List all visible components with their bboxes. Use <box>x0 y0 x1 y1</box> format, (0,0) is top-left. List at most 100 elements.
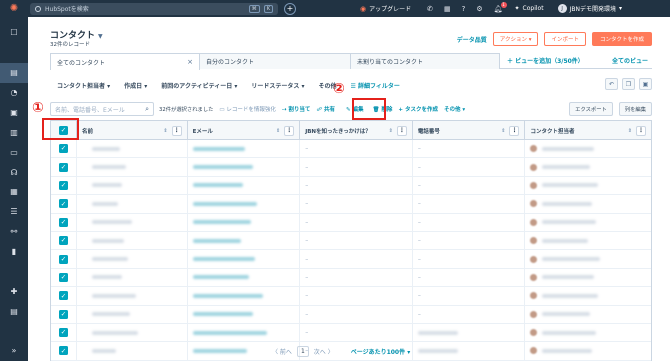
row-checkbox[interactable]: ✓ <box>58 254 68 264</box>
upgrade-button[interactable]: ◉ アップグレード <box>360 4 411 14</box>
email-cell[interactable] <box>188 176 301 195</box>
select-all-checkbox[interactable]: ✓ <box>58 126 68 135</box>
name-cell[interactable] <box>77 323 188 342</box>
enrich-records-button[interactable]: ▭ レコードを情報強化 <box>219 105 275 113</box>
row-checkbox[interactable]: ✓ <box>58 272 68 282</box>
sales-nav-icon[interactable]: ▭ <box>0 142 28 162</box>
inbox-nav-icon[interactable]: ▣ <box>0 103 28 123</box>
row-checkbox[interactable]: ✓ <box>58 162 68 172</box>
column-header-owner[interactable]: コンタクト担当者 ⇕ ⋮ <box>525 121 651 140</box>
table-search-input[interactable]: 名前、電話番号、Eメール ⌕ <box>50 102 154 116</box>
name-cell[interactable] <box>77 268 188 287</box>
sort-icon[interactable]: ⇕ <box>501 128 505 134</box>
save-view-icon[interactable]: ▣ <box>639 78 652 90</box>
library-nav-icon[interactable]: ▤ <box>0 301 28 321</box>
name-cell[interactable] <box>77 231 188 250</box>
current-page[interactable]: 1 <box>296 346 309 357</box>
add-view-button[interactable]: ＋ ビューを追加（3/50件） <box>499 53 592 68</box>
data-quality-link[interactable]: データ品質 <box>457 35 487 44</box>
global-search-input[interactable]: HubSpotを検索 ⌘ K <box>30 2 278 15</box>
table-row[interactable]: ✓ – – <box>51 305 651 324</box>
email-cell[interactable] <box>188 323 301 342</box>
copy-view-icon[interactable]: ❐ <box>622 78 635 90</box>
phone-icon[interactable]: ✆ <box>427 5 433 13</box>
table-row[interactable]: ✓ – – <box>51 231 651 251</box>
filter-last-activity[interactable]: 前回のアクティビティー日 ▾ <box>161 81 237 90</box>
column-menu-icon[interactable]: ⋮ <box>509 125 520 136</box>
all-views-link[interactable]: 全てのビュー <box>608 53 652 68</box>
tab-my-contacts[interactable]: 自分のコンタクト <box>199 53 351 69</box>
row-checkbox[interactable]: ✓ <box>58 217 68 227</box>
sort-icon[interactable]: ⇕ <box>628 128 632 134</box>
content-nav-icon[interactable]: ▥ <box>0 122 28 142</box>
column-menu-icon[interactable]: ⋮ <box>396 125 407 136</box>
row-checkbox[interactable]: ✓ <box>58 309 68 319</box>
column-menu-icon[interactable]: ⋮ <box>171 125 182 136</box>
name-cell[interactable] <box>77 158 188 176</box>
import-button[interactable]: インポート <box>544 32 586 46</box>
email-cell[interactable] <box>188 268 301 287</box>
bookmarks-icon[interactable]: ☐ <box>0 23 28 43</box>
table-row[interactable]: ✓ – – <box>51 195 651 214</box>
close-icon[interactable]: × <box>187 58 193 66</box>
tab-all-contacts[interactable]: 全てのコンタクト × <box>50 53 200 70</box>
filter-owner[interactable]: コンタクト担当者 ▾ <box>57 81 110 90</box>
column-menu-icon[interactable]: ⋮ <box>636 125 646 136</box>
more-actions-button[interactable]: その他 ▾ <box>444 105 465 113</box>
help-icon[interactable]: ? <box>462 5 466 13</box>
row-checkbox[interactable]: ✓ <box>58 236 68 246</box>
email-cell[interactable] <box>188 195 301 213</box>
contacts-nav-icon[interactable]: ▤ <box>0 62 28 83</box>
name-cell[interactable] <box>77 305 188 323</box>
email-cell[interactable] <box>188 250 301 268</box>
table-row[interactable]: ✓ – – <box>51 176 651 196</box>
advanced-filters-button[interactable]: ☰ 詳細フィルター <box>350 81 399 90</box>
notifications-bell-icon[interactable]: 🔔︎ 1 <box>494 1 507 13</box>
sort-icon[interactable]: ⇕ <box>276 128 280 134</box>
commerce-nav-icon[interactable]: ▦ <box>0 182 28 202</box>
delete-button[interactable]: 🗑︎ 削除 <box>373 105 393 113</box>
table-row[interactable]: ✓ – – <box>51 287 651 306</box>
row-checkbox[interactable]: ✓ <box>58 346 68 356</box>
quick-create-button[interactable]: + <box>284 2 296 15</box>
marketplace-icon[interactable]: ▦ <box>444 5 451 13</box>
undo-icon[interactable]: ↶ <box>605 78 618 90</box>
actions-button[interactable]: アクション ▾ <box>492 32 539 46</box>
email-cell[interactable] <box>188 140 301 158</box>
filter-created[interactable]: 作成日 ▾ <box>124 81 147 90</box>
email-cell[interactable] <box>188 158 301 176</box>
name-cell[interactable] <box>77 176 188 195</box>
row-checkbox[interactable]: ✓ <box>58 180 68 190</box>
sort-icon[interactable]: ⇕ <box>389 128 393 134</box>
expand-sidebar-icon[interactable]: » <box>0 341 28 361</box>
partner-nav-icon[interactable]: ✚ <box>0 281 28 301</box>
settings-gear-icon[interactable]: ⚙ <box>476 5 482 13</box>
email-cell[interactable] <box>188 305 301 323</box>
edit-button[interactable]: ✎ 編集 <box>346 105 364 113</box>
email-cell[interactable] <box>188 231 301 250</box>
name-cell[interactable] <box>77 250 188 268</box>
marketing-nav-icon[interactable]: ◔ <box>0 83 28 103</box>
share-button[interactable]: ☍ 共有 <box>316 105 335 113</box>
account-menu[interactable]: J JBNデモ開発環境 ▾ <box>557 4 622 13</box>
name-cell[interactable] <box>77 287 188 305</box>
table-row[interactable]: ✓ – – <box>51 213 651 232</box>
assign-button[interactable]: ⇢ 割り当て <box>282 105 311 113</box>
name-cell[interactable] <box>77 140 188 158</box>
export-button[interactable]: エクスポート <box>569 102 613 116</box>
table-row[interactable]: ✓ – – <box>51 268 651 288</box>
name-cell[interactable] <box>77 195 188 213</box>
column-header-source[interactable]: JBNを知ったきっかけは？ ⇕ ⋮ <box>300 121 413 140</box>
column-header-name[interactable]: 名前 ⇕ ⋮ <box>77 121 188 140</box>
edit-columns-button[interactable]: 列を編集 <box>618 102 652 116</box>
row-checkbox[interactable]: ✓ <box>58 199 68 209</box>
automation-nav-icon[interactable]: ⚯ <box>0 222 28 242</box>
column-header-email[interactable]: Eメール ⇕ ⋮ <box>188 121 301 140</box>
table-row[interactable]: ✓ – – <box>51 250 651 269</box>
email-cell[interactable] <box>188 213 301 231</box>
reporting-nav-icon[interactable]: ▮ <box>0 242 28 262</box>
copilot-button[interactable]: ✦ Copilot <box>515 5 544 12</box>
data-nav-icon[interactable]: ☰ <box>0 202 28 222</box>
column-menu-icon[interactable]: ⋮ <box>284 125 295 136</box>
tab-unassigned-contacts[interactable]: 未割り当てのコンタクト <box>350 53 500 69</box>
